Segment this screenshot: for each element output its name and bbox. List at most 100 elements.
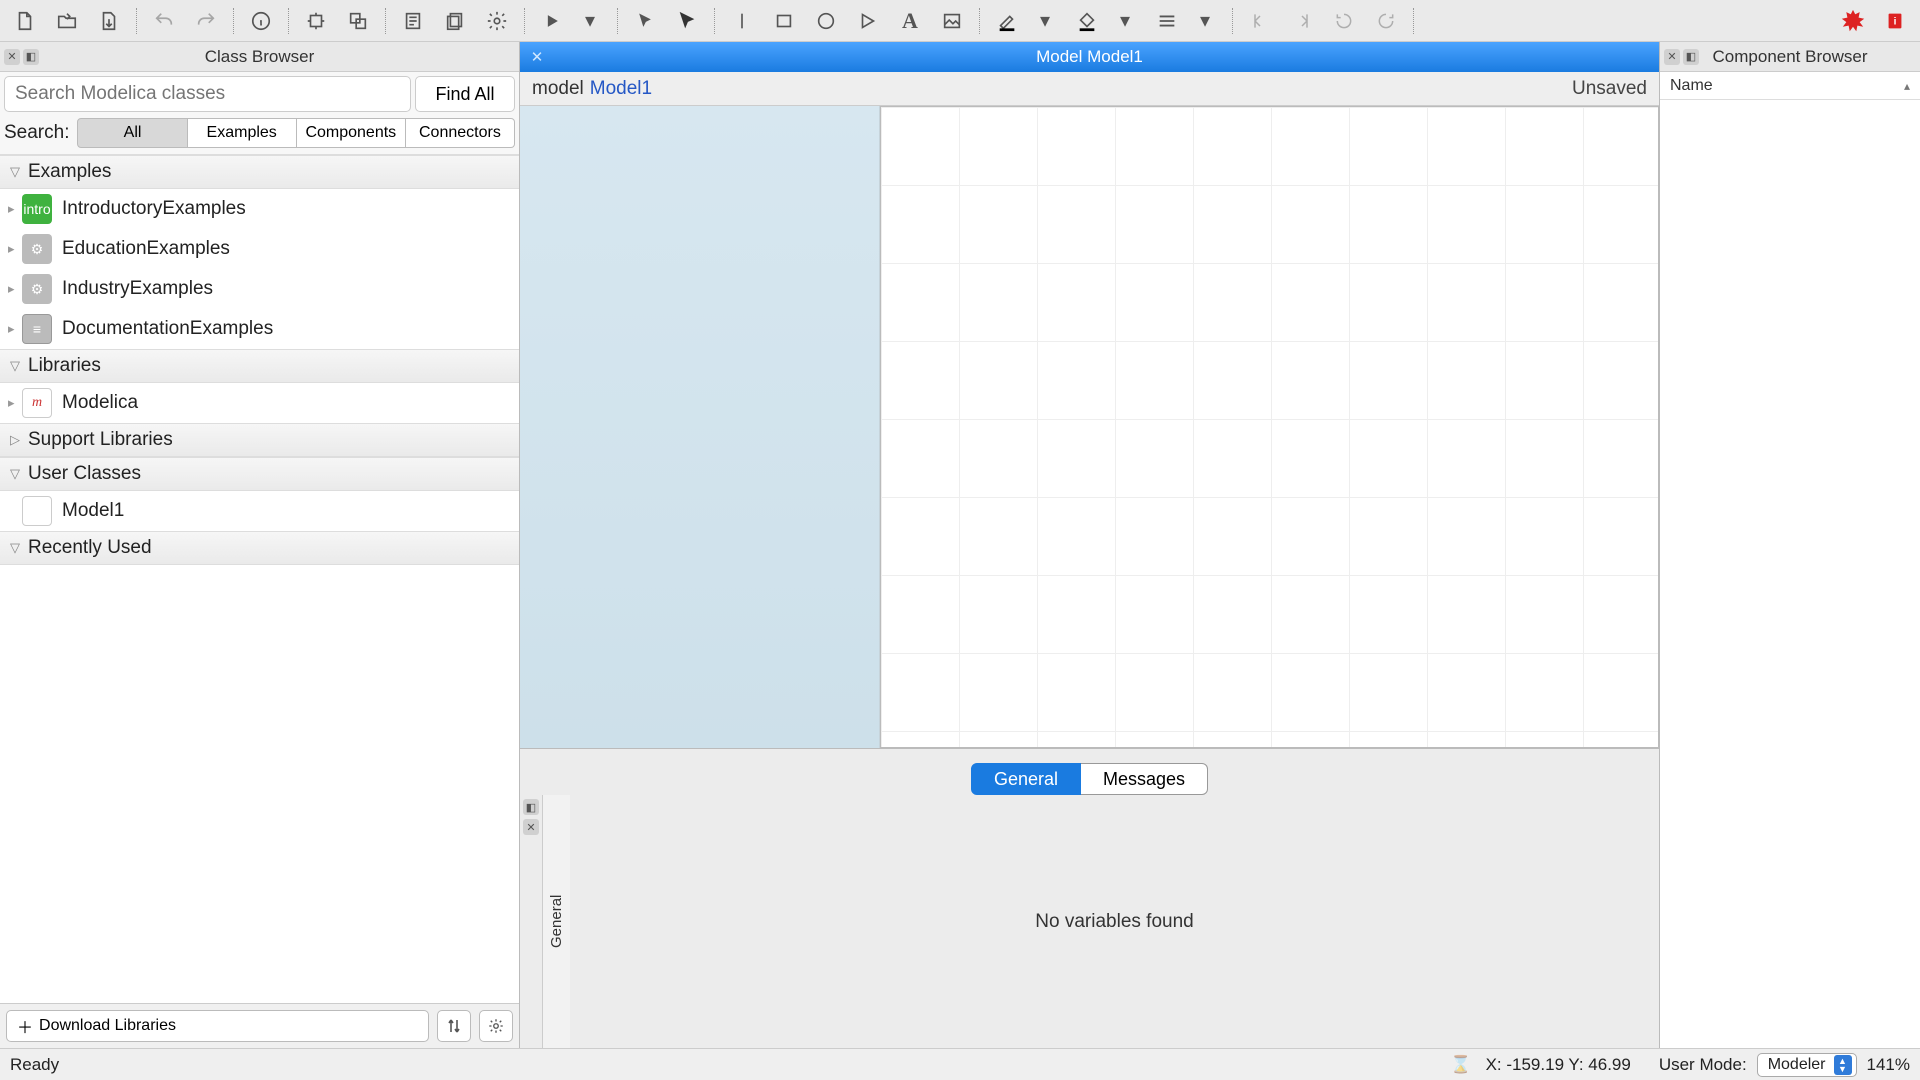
- save-icon[interactable]: [90, 4, 128, 38]
- tab-general[interactable]: General: [971, 763, 1081, 795]
- tree-item-introductory[interactable]: ▸introIntroductoryExamples: [0, 189, 519, 229]
- panel-close-icon[interactable]: ✕: [523, 819, 539, 835]
- text-view-icon[interactable]: [394, 4, 432, 38]
- section-support[interactable]: ▷Support Libraries: [0, 423, 519, 457]
- ellipse-tool-icon[interactable]: [807, 4, 845, 38]
- search-input[interactable]: [4, 76, 411, 112]
- tree-item-education[interactable]: ▸⚙EducationExamples: [0, 229, 519, 269]
- text-tool-icon[interactable]: A: [891, 4, 929, 38]
- status-bar: Ready ⌛ X: -159.19 Y: 46.99 User Mode: M…: [0, 1048, 1920, 1080]
- help-book-icon[interactable]: i: [1876, 4, 1914, 38]
- package-icon: ≡: [22, 314, 52, 344]
- panel-expand-icon[interactable]: ◧: [523, 799, 539, 815]
- filter-all-button[interactable]: All: [77, 118, 187, 148]
- filter-components-button[interactable]: Components: [297, 118, 406, 148]
- tab-messages[interactable]: Messages: [1081, 763, 1208, 795]
- close-panel-icon[interactable]: ✕: [4, 49, 20, 65]
- cursor2-icon[interactable]: [668, 4, 706, 38]
- filter-connectors-button[interactable]: Connectors: [406, 118, 515, 148]
- close-tab-icon[interactable]: ✕: [524, 44, 550, 70]
- line-color-icon[interactable]: [988, 4, 1026, 38]
- image-tool-icon[interactable]: [933, 4, 971, 38]
- line-style-icon[interactable]: [1148, 4, 1186, 38]
- filter-examples-button[interactable]: Examples: [188, 118, 297, 148]
- toolbar-separator: [714, 8, 715, 34]
- package-icon: intro: [22, 194, 52, 224]
- model-header-row: model Model1 Unsaved: [520, 72, 1659, 106]
- download-libraries-button[interactable]: ＋Download Libraries: [6, 1010, 429, 1042]
- hourglass-icon: ⌛: [1450, 1055, 1471, 1075]
- zoom-level: 141%: [1867, 1055, 1910, 1075]
- model-icon: [22, 496, 52, 526]
- status-ready: Ready: [10, 1055, 59, 1075]
- section-libraries[interactable]: ▽Libraries: [0, 349, 519, 383]
- diagram-canvas[interactable]: [880, 106, 1659, 748]
- detach-panel-icon[interactable]: ◧: [1683, 49, 1699, 65]
- editor-area: ✕ Model Model1 model Model1 Unsaved Gene…: [520, 42, 1660, 1048]
- chevron-down-icon: ▽: [10, 540, 20, 556]
- new-file-icon[interactable]: [6, 4, 44, 38]
- duplicate-icon[interactable]: [339, 4, 377, 38]
- sort-button[interactable]: [437, 1010, 471, 1042]
- play-icon[interactable]: [533, 4, 571, 38]
- tree-item-industry[interactable]: ▸⚙IndustryExamples: [0, 269, 519, 309]
- line-style-dropdown-icon[interactable]: ▾: [1186, 4, 1224, 38]
- chevron-right-icon: ▷: [10, 432, 20, 448]
- svg-text:i: i: [1894, 16, 1897, 27]
- class-browser-panel: ✕ ◧ Class Browser Find All Search: All E…: [0, 42, 520, 1048]
- model-name[interactable]: Model1: [590, 78, 652, 100]
- vertical-tab-general[interactable]: General: [542, 795, 570, 1048]
- chevron-down-icon: ▽: [10, 466, 20, 482]
- wolfram-icon[interactable]: [1834, 4, 1872, 38]
- copy-doc-icon[interactable]: [436, 4, 474, 38]
- tree-item-modelica[interactable]: ▸mModelica: [0, 383, 519, 423]
- toolbar-separator: [385, 8, 386, 34]
- component-icon[interactable]: [297, 4, 335, 38]
- align-right-icon[interactable]: [1283, 4, 1321, 38]
- rotate-cw-icon[interactable]: [1367, 4, 1405, 38]
- detach-panel-icon[interactable]: ◧: [23, 49, 39, 65]
- toolbar-separator: [979, 8, 980, 34]
- search-label: Search:: [4, 122, 69, 144]
- user-mode-select[interactable]: Modeler ▲▼: [1757, 1053, 1857, 1077]
- info-icon[interactable]: [242, 4, 280, 38]
- disclosure-icon: ▸: [8, 241, 22, 257]
- name-column-header[interactable]: Name ▴: [1660, 72, 1920, 100]
- component-browser-panel: ✕ ◧ Component Browser Name ▴: [1660, 42, 1920, 1048]
- sort-caret-icon: ▴: [1904, 79, 1910, 93]
- toolbar-separator: [288, 8, 289, 34]
- tree-settings-button[interactable]: [479, 1010, 513, 1042]
- align-left-icon[interactable]: [1241, 4, 1279, 38]
- find-all-button[interactable]: Find All: [415, 76, 515, 112]
- cursor-icon[interactable]: [626, 4, 664, 38]
- user-mode-label: User Mode:: [1659, 1055, 1747, 1075]
- open-file-icon[interactable]: [48, 4, 86, 38]
- section-examples[interactable]: ▽Examples: [0, 155, 519, 189]
- play-dropdown-icon[interactable]: ▾: [571, 4, 609, 38]
- disclosure-icon: ▸: [8, 281, 22, 297]
- polygon-tool-icon[interactable]: [849, 4, 887, 38]
- toolbar-separator: [136, 8, 137, 34]
- rotate-ccw-icon[interactable]: [1325, 4, 1363, 38]
- section-user[interactable]: ▽User Classes: [0, 457, 519, 491]
- fill-color-icon[interactable]: [1068, 4, 1106, 38]
- canvas-gutter: [520, 106, 880, 748]
- fill-color-dropdown-icon[interactable]: ▾: [1106, 4, 1144, 38]
- cursor-coordinates: X: -159.19 Y: 46.99: [1486, 1055, 1631, 1075]
- undo-icon[interactable]: [145, 4, 183, 38]
- stepper-arrows-icon: ▲▼: [1834, 1055, 1852, 1075]
- redo-icon[interactable]: [187, 4, 225, 38]
- model-keyword: model: [532, 78, 584, 100]
- close-panel-icon[interactable]: ✕: [1664, 49, 1680, 65]
- settings-gear-icon[interactable]: [478, 4, 516, 38]
- toolbar-separator: [524, 8, 525, 34]
- disclosure-icon: ▸: [8, 321, 22, 337]
- unsaved-label: Unsaved: [1572, 78, 1647, 100]
- tree-item-documentation[interactable]: ▸≡DocumentationExamples: [0, 309, 519, 349]
- tree-item-model1[interactable]: Model1: [0, 491, 519, 531]
- section-recent[interactable]: ▽Recently Used: [0, 531, 519, 565]
- line-tool-icon[interactable]: [723, 4, 761, 38]
- package-icon: m: [22, 388, 52, 418]
- rect-tool-icon[interactable]: [765, 4, 803, 38]
- line-color-dropdown-icon[interactable]: ▾: [1026, 4, 1064, 38]
